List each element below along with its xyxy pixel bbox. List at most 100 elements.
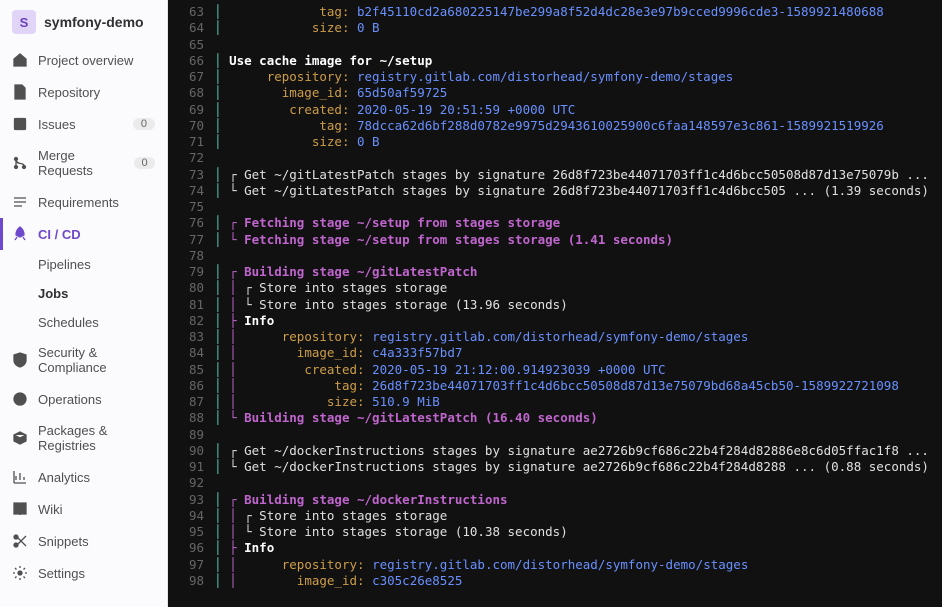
line-number[interactable]: 85 bbox=[168, 362, 214, 378]
log-line: 70│ tag: 78dcca62d6bf288d0782e9975d29436… bbox=[168, 118, 942, 134]
log-line: 96│ ├ Info bbox=[168, 540, 942, 556]
line-number[interactable]: 70 bbox=[168, 118, 214, 134]
line-content bbox=[214, 150, 942, 166]
line-number[interactable]: 86 bbox=[168, 378, 214, 394]
line-number[interactable]: 66 bbox=[168, 53, 214, 69]
line-number[interactable]: 96 bbox=[168, 540, 214, 556]
sidebar-item-security[interactable]: Security & Compliance bbox=[0, 337, 167, 383]
log-line: 98│ │ image_id: c305c26e8525 bbox=[168, 573, 942, 589]
line-content: │ created: 2020-05-19 20:51:59 +0000 UTC bbox=[214, 102, 942, 118]
line-number[interactable]: 83 bbox=[168, 329, 214, 345]
log-line: 80│ │ ┌ Store into stages storage bbox=[168, 280, 942, 296]
sidebar-item-wiki[interactable]: Wiki bbox=[0, 493, 167, 525]
project-name: symfony-demo bbox=[44, 14, 144, 30]
home-icon bbox=[12, 52, 28, 68]
sidebar-item-settings[interactable]: Settings bbox=[0, 557, 167, 589]
sidebar-item-label: Wiki bbox=[38, 502, 63, 517]
line-content: │ ┌ Get ~/dockerInstructions stages by s… bbox=[214, 443, 942, 459]
sidebar-item-operations[interactable]: Operations bbox=[0, 383, 167, 415]
line-number[interactable]: 79 bbox=[168, 264, 214, 280]
sidebar-item-cicd[interactable]: CI / CD bbox=[0, 218, 167, 250]
line-number[interactable]: 92 bbox=[168, 475, 214, 491]
line-content bbox=[214, 199, 942, 215]
log-line: 63│ tag: b2f45110cd2a680225147be299a8f52… bbox=[168, 4, 942, 20]
log-line: 90│ ┌ Get ~/dockerInstructions stages by… bbox=[168, 443, 942, 459]
line-number[interactable]: 77 bbox=[168, 232, 214, 248]
line-content bbox=[214, 248, 942, 264]
line-number[interactable]: 88 bbox=[168, 410, 214, 426]
log-line: 87│ │ size: 510.9 MiB bbox=[168, 394, 942, 410]
sidebar-item-analytics[interactable]: Analytics bbox=[0, 461, 167, 493]
log-line: 94│ │ ┌ Store into stages storage bbox=[168, 508, 942, 524]
issue-icon bbox=[12, 116, 28, 132]
line-number[interactable]: 76 bbox=[168, 215, 214, 231]
line-content: │ │ created: 2020-05-19 21:12:00.9149230… bbox=[214, 362, 942, 378]
line-number[interactable]: 74 bbox=[168, 183, 214, 199]
log-line: 92 bbox=[168, 475, 942, 491]
line-number[interactable]: 81 bbox=[168, 297, 214, 313]
file-icon bbox=[12, 84, 28, 100]
job-log-viewer[interactable]: 63│ tag: b2f45110cd2a680225147be299a8f52… bbox=[168, 0, 942, 607]
line-content: │ ┌ Building stage ~/gitLatestPatch bbox=[214, 264, 942, 280]
line-content bbox=[214, 475, 942, 491]
line-content: │ └ Fetching stage ~/setup from stages s… bbox=[214, 232, 942, 248]
sidebar-item-merge-requests[interactable]: Merge Requests 0 bbox=[0, 140, 167, 186]
log-line: 73│ ┌ Get ~/gitLatestPatch stages by sig… bbox=[168, 167, 942, 183]
requirements-icon bbox=[12, 194, 28, 210]
line-number[interactable]: 68 bbox=[168, 85, 214, 101]
line-number[interactable]: 87 bbox=[168, 394, 214, 410]
line-number[interactable]: 67 bbox=[168, 69, 214, 85]
line-number[interactable]: 95 bbox=[168, 524, 214, 540]
line-content: │ │ repository: registry.gitlab.com/dist… bbox=[214, 329, 942, 345]
project-header[interactable]: S symfony-demo bbox=[0, 0, 167, 44]
line-number[interactable]: 93 bbox=[168, 492, 214, 508]
sidebar-subitem-pipelines[interactable]: Pipelines bbox=[0, 250, 167, 279]
line-number[interactable]: 82 bbox=[168, 313, 214, 329]
line-number[interactable]: 69 bbox=[168, 102, 214, 118]
line-number[interactable]: 65 bbox=[168, 37, 214, 53]
log-line: 97│ │ repository: registry.gitlab.com/di… bbox=[168, 557, 942, 573]
sidebar-item-snippets[interactable]: Snippets bbox=[0, 525, 167, 557]
sidebar-item-label: Settings bbox=[38, 566, 85, 581]
sidebar-item-repository[interactable]: Repository bbox=[0, 76, 167, 108]
operations-icon bbox=[12, 391, 28, 407]
sidebar-subitem-jobs[interactable]: Jobs bbox=[0, 279, 167, 308]
line-content: │ ├ Info bbox=[214, 313, 942, 329]
sidebar-item-requirements[interactable]: Requirements bbox=[0, 186, 167, 218]
log-line: 82│ ├ Info bbox=[168, 313, 942, 329]
line-content: │ │ └ Store into stages storage (13.96 s… bbox=[214, 297, 942, 313]
line-content: │ Use cache image for ~/setup bbox=[214, 53, 942, 69]
line-number[interactable]: 94 bbox=[168, 508, 214, 524]
line-content: │ ┌ Building stage ~/dockerInstructions bbox=[214, 492, 942, 508]
log-line: 68│ image_id: 65d50af59725 bbox=[168, 85, 942, 101]
line-number[interactable]: 89 bbox=[168, 427, 214, 443]
line-number[interactable]: 97 bbox=[168, 557, 214, 573]
line-number[interactable]: 98 bbox=[168, 573, 214, 589]
log-line: 93│ ┌ Building stage ~/dockerInstruction… bbox=[168, 492, 942, 508]
log-line: 79│ ┌ Building stage ~/gitLatestPatch bbox=[168, 264, 942, 280]
rocket-icon bbox=[12, 226, 28, 242]
sidebar-item-label: Analytics bbox=[38, 470, 90, 485]
sidebar-item-overview[interactable]: Project overview bbox=[0, 44, 167, 76]
log-line: 89 bbox=[168, 427, 942, 443]
issues-count-badge: 0 bbox=[133, 118, 155, 130]
line-number[interactable]: 78 bbox=[168, 248, 214, 264]
sidebar: S symfony-demo Project overview Reposito… bbox=[0, 0, 168, 607]
sidebar-subitem-schedules[interactable]: Schedules bbox=[0, 308, 167, 337]
line-content: │ │ size: 510.9 MiB bbox=[214, 394, 942, 410]
line-number[interactable]: 63 bbox=[168, 4, 214, 20]
log-line: 86│ │ tag: 26d8f723be44071703ff1c4d6bcc5… bbox=[168, 378, 942, 394]
sidebar-item-issues[interactable]: Issues 0 bbox=[0, 108, 167, 140]
line-number[interactable]: 91 bbox=[168, 459, 214, 475]
line-number[interactable]: 90 bbox=[168, 443, 214, 459]
book-icon bbox=[12, 501, 28, 517]
line-number[interactable]: 64 bbox=[168, 20, 214, 36]
line-number[interactable]: 75 bbox=[168, 199, 214, 215]
line-number[interactable]: 72 bbox=[168, 150, 214, 166]
sidebar-item-label: Project overview bbox=[38, 53, 133, 68]
line-number[interactable]: 73 bbox=[168, 167, 214, 183]
line-number[interactable]: 80 bbox=[168, 280, 214, 296]
sidebar-item-packages[interactable]: Packages & Registries bbox=[0, 415, 167, 461]
line-number[interactable]: 71 bbox=[168, 134, 214, 150]
line-number[interactable]: 84 bbox=[168, 345, 214, 361]
